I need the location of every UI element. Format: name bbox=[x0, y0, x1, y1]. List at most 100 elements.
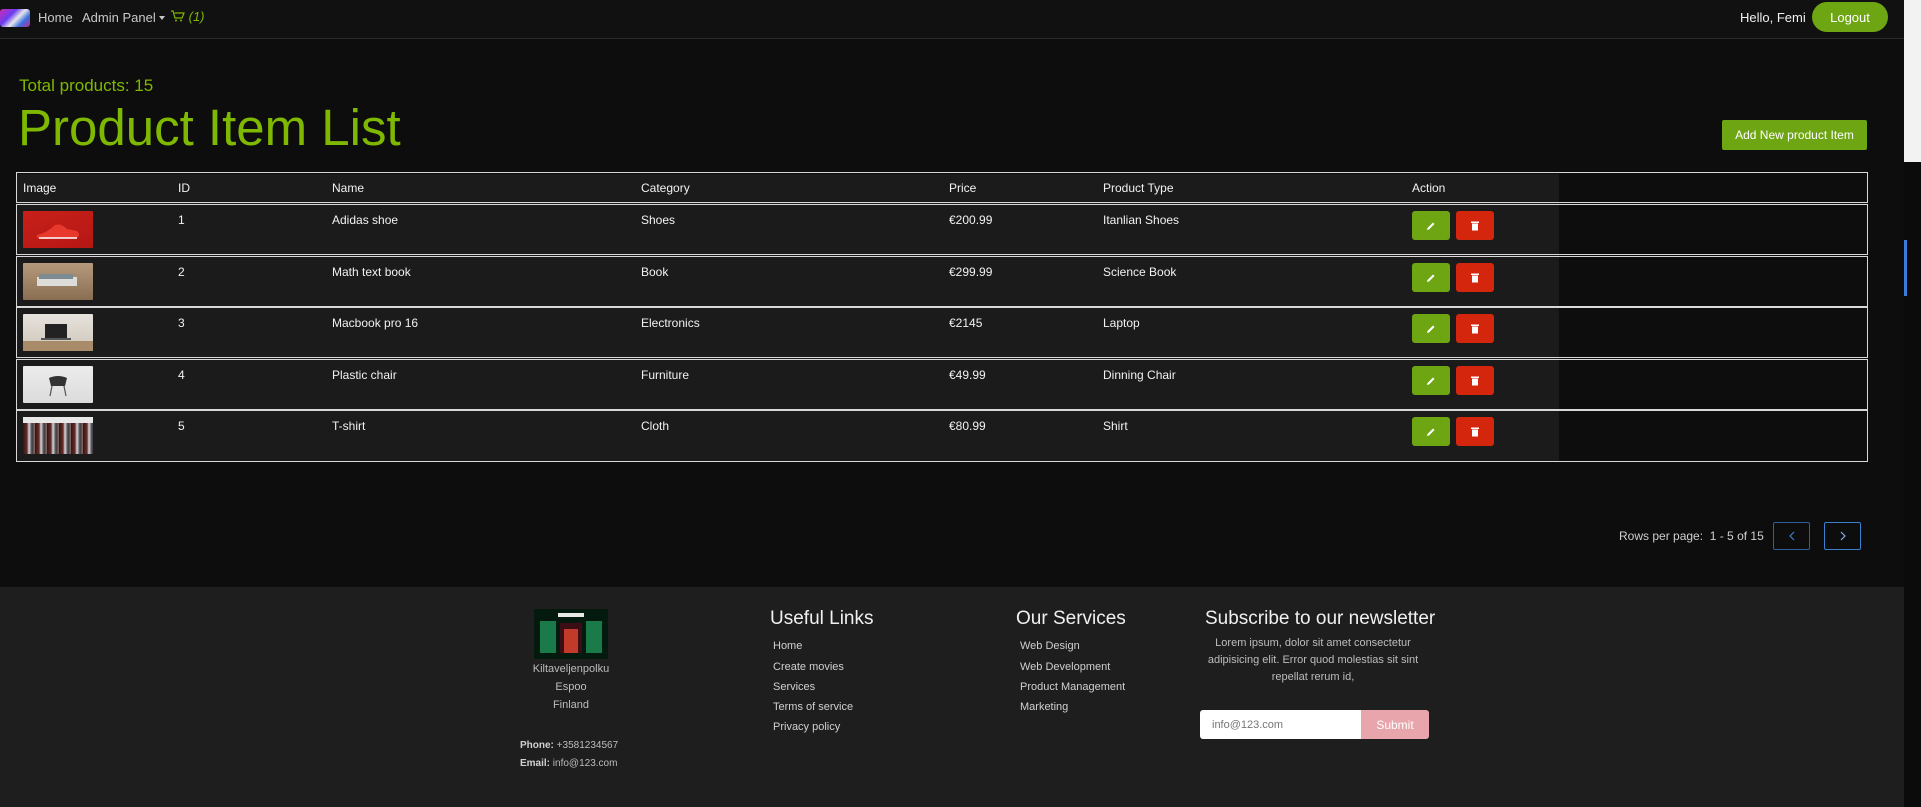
footer-email: Email: info@123.com bbox=[520, 758, 617, 769]
pagination-info: Rows per page: 1 - 5 of 15 bbox=[1619, 529, 1764, 543]
caret-down-icon bbox=[158, 16, 165, 20]
footer bbox=[0, 587, 1904, 807]
navbar: Home Admin Panel (1) Hello, Femi Logout bbox=[0, 0, 1904, 39]
product-name: Adidas shoe bbox=[332, 213, 399, 227]
phone-value: +3581234567 bbox=[556, 740, 619, 751]
chevron-left-icon bbox=[1788, 531, 1794, 541]
product-price: €299.99 bbox=[949, 265, 993, 279]
product-name: T-shirt bbox=[332, 419, 366, 433]
product-type: Dinning Chair bbox=[1103, 368, 1176, 382]
product-type: Science Book bbox=[1103, 265, 1177, 279]
product-name: Plastic chair bbox=[332, 368, 397, 382]
product-name: Macbook pro 16 bbox=[332, 316, 419, 330]
product-category: Cloth bbox=[641, 419, 670, 433]
trash-icon bbox=[1471, 273, 1479, 283]
trash-icon bbox=[1471, 376, 1479, 386]
col-header-product-type: Product Type bbox=[1103, 181, 1174, 195]
delete-button[interactable] bbox=[1456, 263, 1494, 292]
footer-service-product-management[interactable]: Product Management bbox=[1020, 681, 1125, 693]
pencil-icon bbox=[1427, 325, 1435, 333]
site-logo[interactable] bbox=[0, 9, 30, 27]
product-price: €200.99 bbox=[949, 213, 993, 227]
product-image bbox=[23, 314, 93, 351]
footer-link-create-movies[interactable]: Create movies bbox=[773, 661, 844, 673]
nav-admin-panel-label: Admin Panel bbox=[82, 10, 156, 25]
user-greeting: Hello, Femi bbox=[1740, 10, 1806, 25]
table-row: 3 Macbook pro 16 Electronics €2145 Lapto… bbox=[16, 307, 1868, 358]
cart-count: (1) bbox=[188, 9, 205, 24]
product-image bbox=[23, 366, 93, 403]
footer-link-services[interactable]: Services bbox=[773, 681, 815, 693]
add-product-button[interactable]: Add New product Item bbox=[1722, 120, 1867, 150]
product-image bbox=[23, 417, 93, 454]
pencil-icon bbox=[1427, 274, 1435, 282]
col-header-price: Price bbox=[949, 181, 977, 195]
product-price: €2145 bbox=[949, 316, 983, 330]
table-row: 2 Math text book Book €299.99 Science Bo… bbox=[16, 256, 1868, 307]
trash-icon bbox=[1471, 221, 1479, 231]
product-name: Math text book bbox=[332, 265, 411, 279]
footer-address-line: Finland bbox=[552, 699, 590, 711]
edit-button[interactable] bbox=[1412, 211, 1450, 240]
footer-link-terms[interactable]: Terms of service bbox=[773, 701, 853, 713]
footer-service-web-design[interactable]: Web Design bbox=[1020, 640, 1080, 652]
table-row: 1 Adidas shoe Shoes €200.99 Itanlian Sho… bbox=[16, 204, 1868, 255]
trash-icon bbox=[1471, 427, 1479, 437]
logout-button[interactable]: Logout bbox=[1812, 2, 1888, 32]
col-header-action: Action bbox=[1412, 181, 1446, 195]
delete-button[interactable] bbox=[1456, 366, 1494, 395]
footer-phone: Phone: +3581234567 bbox=[520, 740, 618, 751]
useful-links-heading: Useful Links bbox=[770, 608, 874, 629]
product-category: Electronics bbox=[641, 316, 700, 330]
newsletter-text: Lorem ipsum, dolor sit amet consectetur … bbox=[1207, 637, 1419, 683]
col-header-id: ID bbox=[178, 181, 190, 195]
delete-button[interactable] bbox=[1456, 417, 1494, 446]
edit-button[interactable] bbox=[1412, 263, 1450, 292]
product-type: Shirt bbox=[1103, 419, 1128, 433]
our-services-heading: Our Services bbox=[1016, 608, 1126, 629]
table-row: 4 Plastic chair Furniture €49.99 Dinning… bbox=[16, 359, 1868, 410]
trash-icon bbox=[1471, 324, 1479, 334]
newsletter-submit-button[interactable]: Submit bbox=[1361, 710, 1429, 739]
email-value: info@123.com bbox=[552, 758, 618, 769]
product-id: 2 bbox=[178, 265, 185, 279]
footer-service-marketing[interactable]: Marketing bbox=[1020, 701, 1068, 713]
footer-service-web-development[interactable]: Web Development bbox=[1020, 661, 1110, 673]
pencil-icon bbox=[1427, 428, 1435, 436]
cart-link[interactable]: (1) bbox=[171, 9, 205, 24]
footer-link-privacy[interactable]: Privacy policy bbox=[773, 721, 840, 733]
product-id: 3 bbox=[178, 316, 185, 330]
next-page-button[interactable] bbox=[1824, 522, 1861, 550]
footer-logo-image bbox=[534, 609, 608, 659]
total-products: Total products: 15 bbox=[19, 76, 154, 95]
col-header-name: Name bbox=[332, 181, 365, 195]
pagination-range: 1 - 5 of 15 bbox=[1709, 529, 1764, 543]
previous-page-button[interactable] bbox=[1773, 522, 1810, 550]
delete-button[interactable] bbox=[1456, 211, 1494, 240]
product-id: 1 bbox=[178, 213, 185, 227]
newsletter-email-input[interactable] bbox=[1200, 710, 1361, 739]
product-image bbox=[23, 211, 93, 248]
table-row: 5 T-shirt Cloth €80.99 Shirt bbox=[16, 410, 1868, 462]
product-type: Laptop bbox=[1103, 316, 1140, 330]
product-category: Shoes bbox=[641, 213, 676, 227]
footer-address-line: Kiltaveljenpolku bbox=[532, 663, 610, 675]
delete-button[interactable] bbox=[1456, 314, 1494, 343]
email-label: Email: bbox=[520, 758, 551, 769]
side-panel-indicator bbox=[1904, 240, 1907, 296]
edit-button[interactable] bbox=[1412, 366, 1450, 395]
chevron-right-icon bbox=[1840, 531, 1846, 541]
nav-home-link[interactable]: Home bbox=[38, 10, 73, 25]
nav-admin-panel-dropdown[interactable]: Admin Panel bbox=[82, 10, 165, 25]
footer-address-line: Espoo bbox=[555, 681, 587, 693]
newsletter-heading: Subscribe to our newsletter bbox=[1205, 608, 1436, 629]
product-price: €80.99 bbox=[949, 419, 986, 433]
col-header-image: Image bbox=[23, 181, 57, 195]
edit-button[interactable] bbox=[1412, 314, 1450, 343]
product-id: 4 bbox=[178, 368, 185, 382]
product-image bbox=[23, 263, 93, 300]
product-price: €49.99 bbox=[949, 368, 986, 382]
edit-button[interactable] bbox=[1412, 417, 1450, 446]
pencil-icon bbox=[1427, 222, 1435, 230]
footer-link-home[interactable]: Home bbox=[773, 640, 802, 652]
